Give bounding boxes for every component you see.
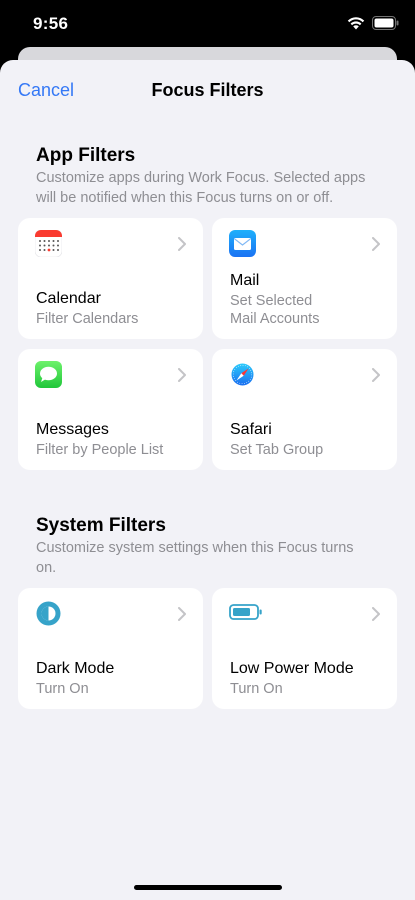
calendar-icon (35, 230, 62, 257)
messages-filter-card[interactable]: Messages Filter by People List (18, 349, 203, 470)
chevron-right-icon (372, 607, 380, 621)
low-power-mode-filter-card[interactable]: Low Power Mode Turn On (212, 588, 397, 709)
messages-icon (35, 361, 62, 388)
card-subtitle: Turn On (36, 681, 89, 697)
dark-mode-icon (36, 601, 61, 626)
card-subtitle: Set Tab Group (230, 442, 324, 458)
home-indicator[interactable] (134, 885, 282, 890)
app-filters-heading: App Filters (36, 145, 136, 166)
mail-filter-card[interactable]: Mail Set Selected Mail Accounts (212, 218, 397, 339)
battery-icon (372, 16, 399, 30)
page-title: Focus Filters (151, 80, 264, 100)
status-bar: 9:56 (0, 0, 415, 50)
chevron-right-icon (178, 368, 186, 382)
mail-icon (229, 230, 256, 257)
card-subtitle: Filter Calendars (36, 311, 139, 327)
card-title: Low Power Mode (230, 660, 354, 677)
card-title: Dark Mode (36, 660, 115, 677)
card-subtitle: Set Selected Mail Accounts (230, 293, 320, 327)
card-subtitle: Turn On (230, 681, 283, 697)
card-title: Messages (36, 421, 109, 438)
safari-icon (229, 361, 256, 388)
low-power-battery-icon (229, 604, 262, 620)
chevron-right-icon (372, 237, 380, 251)
status-time: 9:56 (33, 14, 69, 33)
system-filters-heading: System Filters (36, 515, 166, 536)
dark-mode-filter-card[interactable]: Dark Mode Turn On (18, 588, 203, 709)
card-title: Calendar (36, 290, 101, 307)
navigation-bar: Cancel Focus Filters (0, 60, 415, 122)
chevron-right-icon (178, 607, 186, 621)
safari-filter-card[interactable]: Safari Set Tab Group (212, 349, 397, 470)
chevron-right-icon (372, 368, 380, 382)
system-filters-description: Customize system settings when this Focu… (36, 540, 354, 576)
card-title: Mail (230, 272, 260, 289)
card-title: Safari (230, 421, 272, 438)
chevron-right-icon (178, 237, 186, 251)
card-subtitle: Filter by People List (36, 442, 164, 458)
wifi-icon (347, 17, 365, 30)
calendar-filter-card[interactable]: Calendar Filter Calendars (18, 218, 203, 339)
app-filters-description: Customize apps during Work Focus. Select… (36, 170, 366, 206)
focus-filters-sheet: Cancel Focus Filters App Filters Customi… (0, 60, 415, 900)
